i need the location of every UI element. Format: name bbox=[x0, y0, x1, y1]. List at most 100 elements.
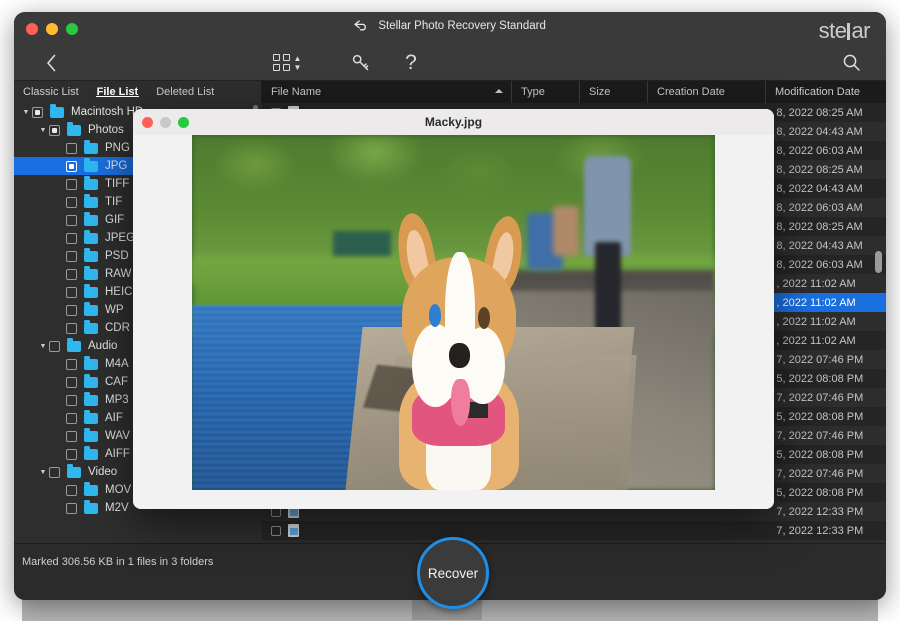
tab-classic-list[interactable]: Classic List bbox=[14, 86, 88, 98]
cell-modification-date: 7, 2022 07:46 PM bbox=[767, 430, 886, 442]
toolbar-view-switcher[interactable]: ▲▼ bbox=[259, 45, 315, 80]
corgi-eye-left bbox=[429, 304, 441, 326]
tree-item-label: WP bbox=[105, 304, 124, 316]
tree-item-label: MP3 bbox=[105, 394, 129, 406]
tree-item-checkbox[interactable] bbox=[66, 233, 77, 244]
grid-view-icon bbox=[273, 54, 290, 71]
brand-text-left: ste bbox=[819, 18, 847, 43]
column-label: File Name bbox=[271, 86, 321, 98]
toolbar-search-button[interactable] bbox=[834, 45, 868, 80]
tree-item-label: HEIC bbox=[105, 286, 132, 298]
photo-bench bbox=[333, 231, 391, 256]
cell-modification-date: 7, 2022 07:46 PM bbox=[767, 392, 886, 404]
photo-seated-person-2 bbox=[553, 206, 579, 256]
dialog-title: Macky.jpg bbox=[133, 115, 774, 129]
column-header-creation-date[interactable]: Creation Date bbox=[648, 81, 766, 103]
column-header-size[interactable]: Size bbox=[580, 81, 648, 103]
tree-item-checkbox[interactable] bbox=[32, 107, 43, 118]
file-list-scrollbar[interactable] bbox=[875, 251, 882, 273]
stellar-logo: stear bbox=[819, 18, 870, 44]
cell-modification-date: 5, 2022 08:08 PM bbox=[767, 449, 886, 461]
toolbar-help-button[interactable]: ? bbox=[396, 45, 426, 80]
tree-item-label: JPG bbox=[105, 160, 127, 172]
column-header-modification-date[interactable]: Modification Date bbox=[766, 81, 886, 103]
folder-icon bbox=[84, 377, 98, 388]
cell-modification-date: 8, 2022 08:25 AM bbox=[767, 107, 886, 119]
cell-modification-date: , 2022 11:02 AM bbox=[767, 316, 886, 328]
app-title: Stellar Photo Recovery Standard bbox=[378, 20, 545, 32]
tree-item-label: CAF bbox=[105, 376, 128, 388]
window-titlebar: Stellar Photo Recovery Standard stear bbox=[14, 12, 886, 45]
cell-modification-date: 5, 2022 08:08 PM bbox=[767, 487, 886, 499]
brand-bar-glyph bbox=[847, 23, 850, 40]
tree-item-checkbox[interactable] bbox=[66, 251, 77, 262]
column-header-type[interactable]: Type bbox=[512, 81, 580, 103]
main-toolbar: ▲▼ ? bbox=[14, 45, 886, 81]
tree-item-checkbox[interactable] bbox=[66, 161, 77, 172]
recover-button-label: Recover bbox=[428, 566, 478, 581]
tree-item-checkbox[interactable] bbox=[66, 215, 77, 226]
toolbar-back-button[interactable] bbox=[34, 45, 68, 80]
tree-item-checkbox[interactable] bbox=[66, 503, 77, 514]
tree-item-label: Audio bbox=[88, 340, 117, 352]
tree-item-label: WAV bbox=[105, 430, 130, 442]
cell-modification-date: , 2022 11:02 AM bbox=[767, 278, 886, 290]
cell-modification-date: , 2022 11:02 AM bbox=[767, 335, 886, 347]
folder-icon bbox=[84, 197, 98, 208]
tree-item-checkbox[interactable] bbox=[66, 395, 77, 406]
folder-icon bbox=[84, 251, 98, 262]
folder-icon bbox=[84, 287, 98, 298]
corgi-nose bbox=[449, 343, 469, 368]
tree-item-checkbox[interactable] bbox=[66, 197, 77, 208]
tree-item-checkbox[interactable] bbox=[66, 413, 77, 424]
table-row[interactable]: 7, 2022 12:33 PM bbox=[262, 521, 886, 540]
cell-modification-date: 7, 2022 07:46 PM bbox=[767, 468, 886, 480]
tree-item-checkbox[interactable] bbox=[66, 305, 77, 316]
chevron-down-icon[interactable]: ▼ bbox=[37, 343, 49, 350]
screen: Stellar Photo Recovery Standard stear ▲▼… bbox=[0, 0, 900, 620]
tree-item-checkbox[interactable] bbox=[66, 179, 77, 190]
tree-item-checkbox[interactable] bbox=[66, 143, 77, 154]
tree-item-checkbox[interactable] bbox=[66, 377, 77, 388]
recover-button[interactable]: Recover bbox=[417, 537, 489, 609]
cell-modification-date: 5, 2022 08:08 PM bbox=[767, 373, 886, 385]
dialog-content bbox=[133, 135, 774, 509]
tree-item-checkbox[interactable] bbox=[66, 359, 77, 370]
column-header-file-name[interactable]: File Name bbox=[262, 81, 512, 103]
tree-item-checkbox[interactable] bbox=[66, 269, 77, 280]
question-mark-icon: ? bbox=[405, 51, 417, 75]
tab-file-list[interactable]: File List bbox=[88, 86, 148, 98]
row-checkbox[interactable] bbox=[271, 526, 281, 536]
chevron-down-icon[interactable]: ▼ bbox=[37, 469, 49, 476]
tree-item-label: GIF bbox=[105, 214, 124, 226]
tree-item-checkbox[interactable] bbox=[66, 485, 77, 496]
tree-item-checkbox[interactable] bbox=[49, 467, 60, 478]
folder-icon bbox=[84, 269, 98, 280]
folder-icon bbox=[67, 125, 81, 136]
folder-icon bbox=[84, 161, 98, 172]
tree-item-label: M4A bbox=[105, 358, 129, 370]
cell-modification-date: 8, 2022 04:43 AM bbox=[767, 240, 886, 252]
toolbar-activation-button[interactable] bbox=[344, 45, 378, 80]
folder-icon bbox=[50, 107, 64, 118]
cell-modification-date: 8, 2022 04:43 AM bbox=[767, 126, 886, 138]
tree-item-checkbox[interactable] bbox=[49, 341, 60, 352]
cell-modification-date: 7, 2022 07:46 PM bbox=[767, 354, 886, 366]
cell-modification-date: 8, 2022 08:25 AM bbox=[767, 221, 886, 233]
folder-icon bbox=[84, 143, 98, 154]
tree-item-checkbox[interactable] bbox=[49, 125, 60, 136]
tree-item-label: AIF bbox=[105, 412, 123, 424]
back-arrow-icon[interactable] bbox=[354, 20, 369, 34]
tree-item-checkbox[interactable] bbox=[66, 449, 77, 460]
chevron-down-icon[interactable]: ▼ bbox=[37, 127, 49, 134]
folder-icon bbox=[84, 413, 98, 424]
tab-deleted-list[interactable]: Deleted List bbox=[147, 86, 223, 98]
chevron-down-icon[interactable]: ▼ bbox=[20, 109, 32, 116]
tree-item-checkbox[interactable] bbox=[66, 287, 77, 298]
cell-modification-date: 8, 2022 06:03 AM bbox=[767, 145, 886, 157]
tree-item-checkbox[interactable] bbox=[66, 323, 77, 334]
tree-item-checkbox[interactable] bbox=[66, 431, 77, 442]
cell-modification-date: 8, 2022 06:03 AM bbox=[767, 259, 886, 271]
folder-icon bbox=[84, 503, 98, 514]
chevron-updown-icon: ▲▼ bbox=[294, 55, 302, 71]
